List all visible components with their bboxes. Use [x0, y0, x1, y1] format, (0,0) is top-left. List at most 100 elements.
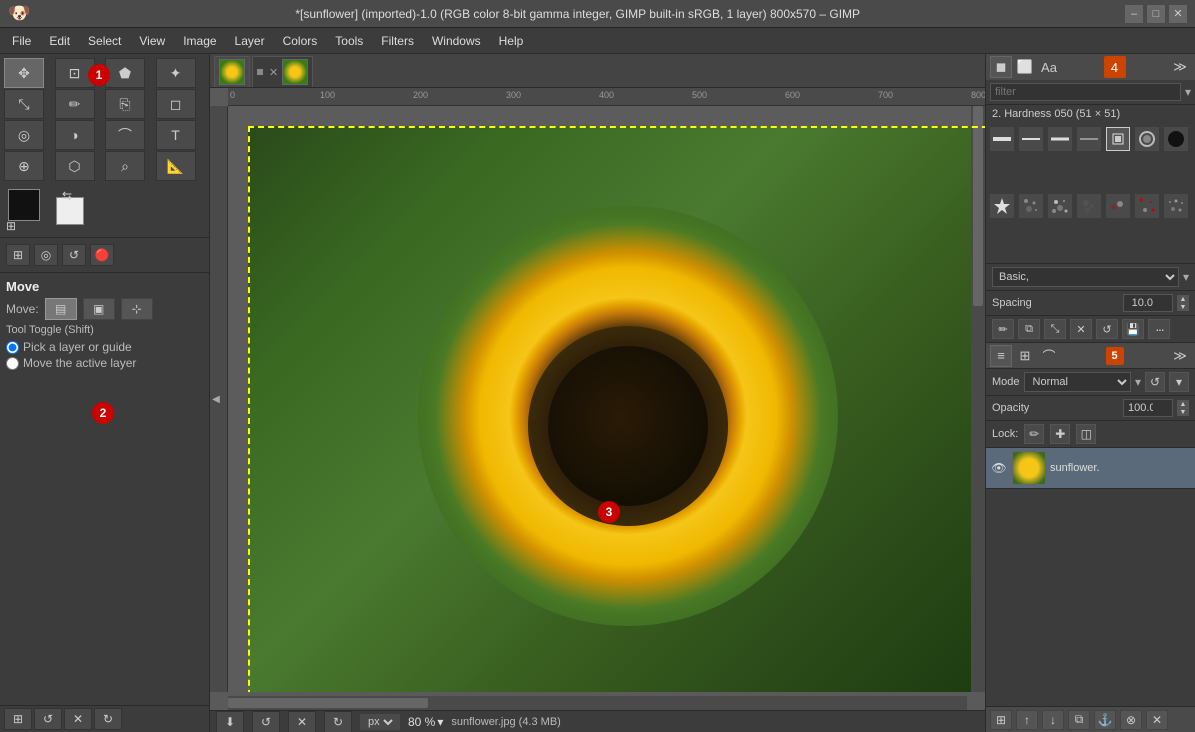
menu-item-windows[interactable]: Windows — [424, 31, 489, 51]
statusbar-export-btn[interactable]: ⬇ — [216, 711, 244, 732]
spacing-down-btn[interactable]: ▼ — [1177, 303, 1189, 311]
move-tool[interactable]: ✥ — [4, 58, 44, 88]
brush-filter-input[interactable] — [990, 83, 1181, 101]
menu-item-help[interactable]: Help — [491, 31, 532, 51]
bottom-tool-btn-0[interactable]: ⊞ — [4, 708, 32, 730]
tool-opt-icon-2[interactable]: ↺ — [62, 244, 86, 266]
status-zoom[interactable]: 80 % ▾ — [408, 715, 443, 729]
scrollbar-h-thumb[interactable] — [228, 698, 428, 708]
anchor-layer-btn[interactable]: ⚓ — [1094, 710, 1116, 730]
brush-cell-11[interactable] — [1077, 194, 1101, 218]
menu-item-file[interactable]: File — [4, 31, 39, 51]
maximize-button[interactable]: □ — [1147, 5, 1165, 23]
menu-item-tools[interactable]: Tools — [327, 31, 371, 51]
brush-more-btn[interactable]: ··· — [1148, 319, 1170, 339]
menu-item-view[interactable]: View — [131, 31, 173, 51]
brush-preset-select[interactable]: Basic, — [992, 267, 1179, 287]
scrollbar-v-thumb[interactable] — [973, 106, 983, 306]
lock-pixels-btn[interactable]: ✏ — [1024, 424, 1044, 444]
brush-duplicate-btn[interactable]: ⧉ — [1018, 319, 1040, 339]
minimize-button[interactable]: – — [1125, 5, 1143, 23]
zoom-tool[interactable]: ⌕ — [105, 151, 145, 181]
new-layer-group-btn[interactable]: ⊞ — [990, 710, 1012, 730]
statusbar-cancel-btn[interactable]: ✕ — [288, 711, 316, 732]
bottom-tool-btn-1[interactable]: ↺ — [34, 708, 62, 730]
lock-position-btn[interactable]: ✚ — [1050, 424, 1070, 444]
eraser-tool[interactable]: ◻ — [156, 89, 196, 119]
foreground-color[interactable] — [8, 189, 40, 221]
tool-opt-icon-3[interactable]: 🔴 — [90, 244, 114, 266]
fuzzy-select-tool[interactable]: ✦ — [156, 58, 196, 88]
brush-cell-7[interactable] — [1164, 127, 1188, 151]
reset-colors-icon[interactable]: ⊞ — [6, 219, 16, 233]
blur-tool[interactable]: ◎ — [4, 120, 44, 150]
layer-item-sunflower[interactable]: 👁 sunflower. — [986, 448, 1195, 489]
free-select-tool[interactable]: ⬟ — [105, 58, 145, 88]
tab-paths-icon[interactable]: ⌒ — [1038, 345, 1060, 367]
brush-cell-5[interactable] — [1106, 127, 1130, 151]
close-button[interactable]: ✕ — [1169, 5, 1187, 23]
menu-item-colors[interactable]: Colors — [275, 31, 326, 51]
dodge-tool[interactable]: ◑ — [55, 120, 95, 150]
mode-dropdown-icon[interactable]: ▾ — [1135, 375, 1141, 389]
brush-save-btn[interactable]: 💾 — [1122, 319, 1144, 339]
mode-extra-btn[interactable]: ▾ — [1169, 372, 1189, 392]
tab-fonts-icon[interactable]: Aa — [1038, 56, 1060, 78]
canvas-wrapper[interactable]: 0 100 200 300 400 500 600 700 800 — [210, 88, 985, 710]
move-path-btn[interactable]: ⊹ — [121, 298, 153, 320]
bottom-tool-btn-2[interactable]: ✕ — [64, 708, 92, 730]
brush-scale-btn[interactable]: ⤡ — [1044, 319, 1066, 339]
tab-channels-icon[interactable]: ⊞ — [1014, 345, 1036, 367]
unit-select[interactable]: px — [364, 715, 396, 729]
transform-tool[interactable]: ⤡ — [4, 89, 44, 119]
move-active-radio[interactable] — [6, 357, 19, 370]
move-layer-btn[interactable]: ▤ — [45, 298, 77, 320]
pick-layer-radio[interactable] — [6, 341, 19, 354]
brush-cell-4[interactable] — [1077, 127, 1101, 151]
delete-layer-btn[interactable]: ✕ — [1146, 710, 1168, 730]
mode-chain-btn[interactable]: ↺ — [1145, 372, 1165, 392]
opacity-input[interactable] — [1123, 399, 1173, 417]
clone-tool[interactable]: ⎘ — [105, 89, 145, 119]
brush-cell-6[interactable] — [1135, 127, 1159, 151]
tab-extra-icon[interactable]: 4 — [1104, 56, 1126, 78]
scrollbar-vertical[interactable] — [971, 106, 985, 692]
color-picker-tool[interactable]: ⊕ — [4, 151, 44, 181]
brush-cell-8[interactable] — [990, 194, 1014, 218]
move-selection-btn[interactable]: ▣ — [83, 298, 115, 320]
brush-edit-btn[interactable]: ✏ — [992, 319, 1014, 339]
spacing-up-btn[interactable]: ▲ — [1177, 295, 1189, 303]
filter-dropdown-icon[interactable]: ▾ — [1185, 85, 1191, 99]
layers-collapse-btn[interactable]: ≫ — [1169, 345, 1191, 367]
bottom-tool-btn-3[interactable]: ↻ — [94, 708, 122, 730]
canvas-left-expander[interactable]: ◀ — [210, 379, 222, 419]
raise-layer-btn[interactable]: ↑ — [1016, 710, 1038, 730]
layer-visibility-eye[interactable]: 👁 — [990, 459, 1008, 477]
measure-tool[interactable]: 📐 — [156, 151, 196, 181]
text-tool[interactable]: T — [156, 120, 196, 150]
merge-down-btn[interactable]: ⊗ — [1120, 710, 1142, 730]
statusbar-redo-btn[interactable]: ↻ — [324, 711, 352, 732]
brush-cell-12[interactable]: + — [1106, 194, 1130, 218]
brush-cell-13[interactable] — [1135, 194, 1159, 218]
opacity-up-btn[interactable]: ▲ — [1177, 400, 1189, 408]
path-tool[interactable]: ⌒ — [105, 120, 145, 150]
menu-item-layer[interactable]: Layer — [227, 31, 273, 51]
brush-refresh-btn[interactable]: ↺ — [1096, 319, 1118, 339]
tab-patterns-icon[interactable]: ⬜ — [1014, 56, 1036, 78]
menu-item-edit[interactable]: Edit — [41, 31, 78, 51]
brush-cell-2[interactable] — [1019, 127, 1043, 151]
brush-cell-3[interactable] — [1048, 127, 1072, 151]
bucket-fill-tool[interactable]: ⬡ — [55, 151, 95, 181]
tool-opt-icon-0[interactable]: ⊞ — [6, 244, 30, 266]
menu-item-filters[interactable]: Filters — [373, 31, 422, 51]
opacity-down-btn[interactable]: ▼ — [1177, 408, 1189, 416]
duplicate-layer-btn[interactable]: ⧉ — [1068, 710, 1090, 730]
menu-item-image[interactable]: Image — [175, 31, 224, 51]
scrollbar-horizontal[interactable] — [228, 696, 967, 710]
spacing-input[interactable] — [1123, 294, 1173, 312]
image-tab-2[interactable]: ✕ — [252, 56, 313, 87]
canvas-inner[interactable]: 3 — [228, 106, 985, 692]
brush-cell-1[interactable] — [990, 127, 1014, 151]
lock-alpha-btn[interactable]: ◫ — [1076, 424, 1096, 444]
